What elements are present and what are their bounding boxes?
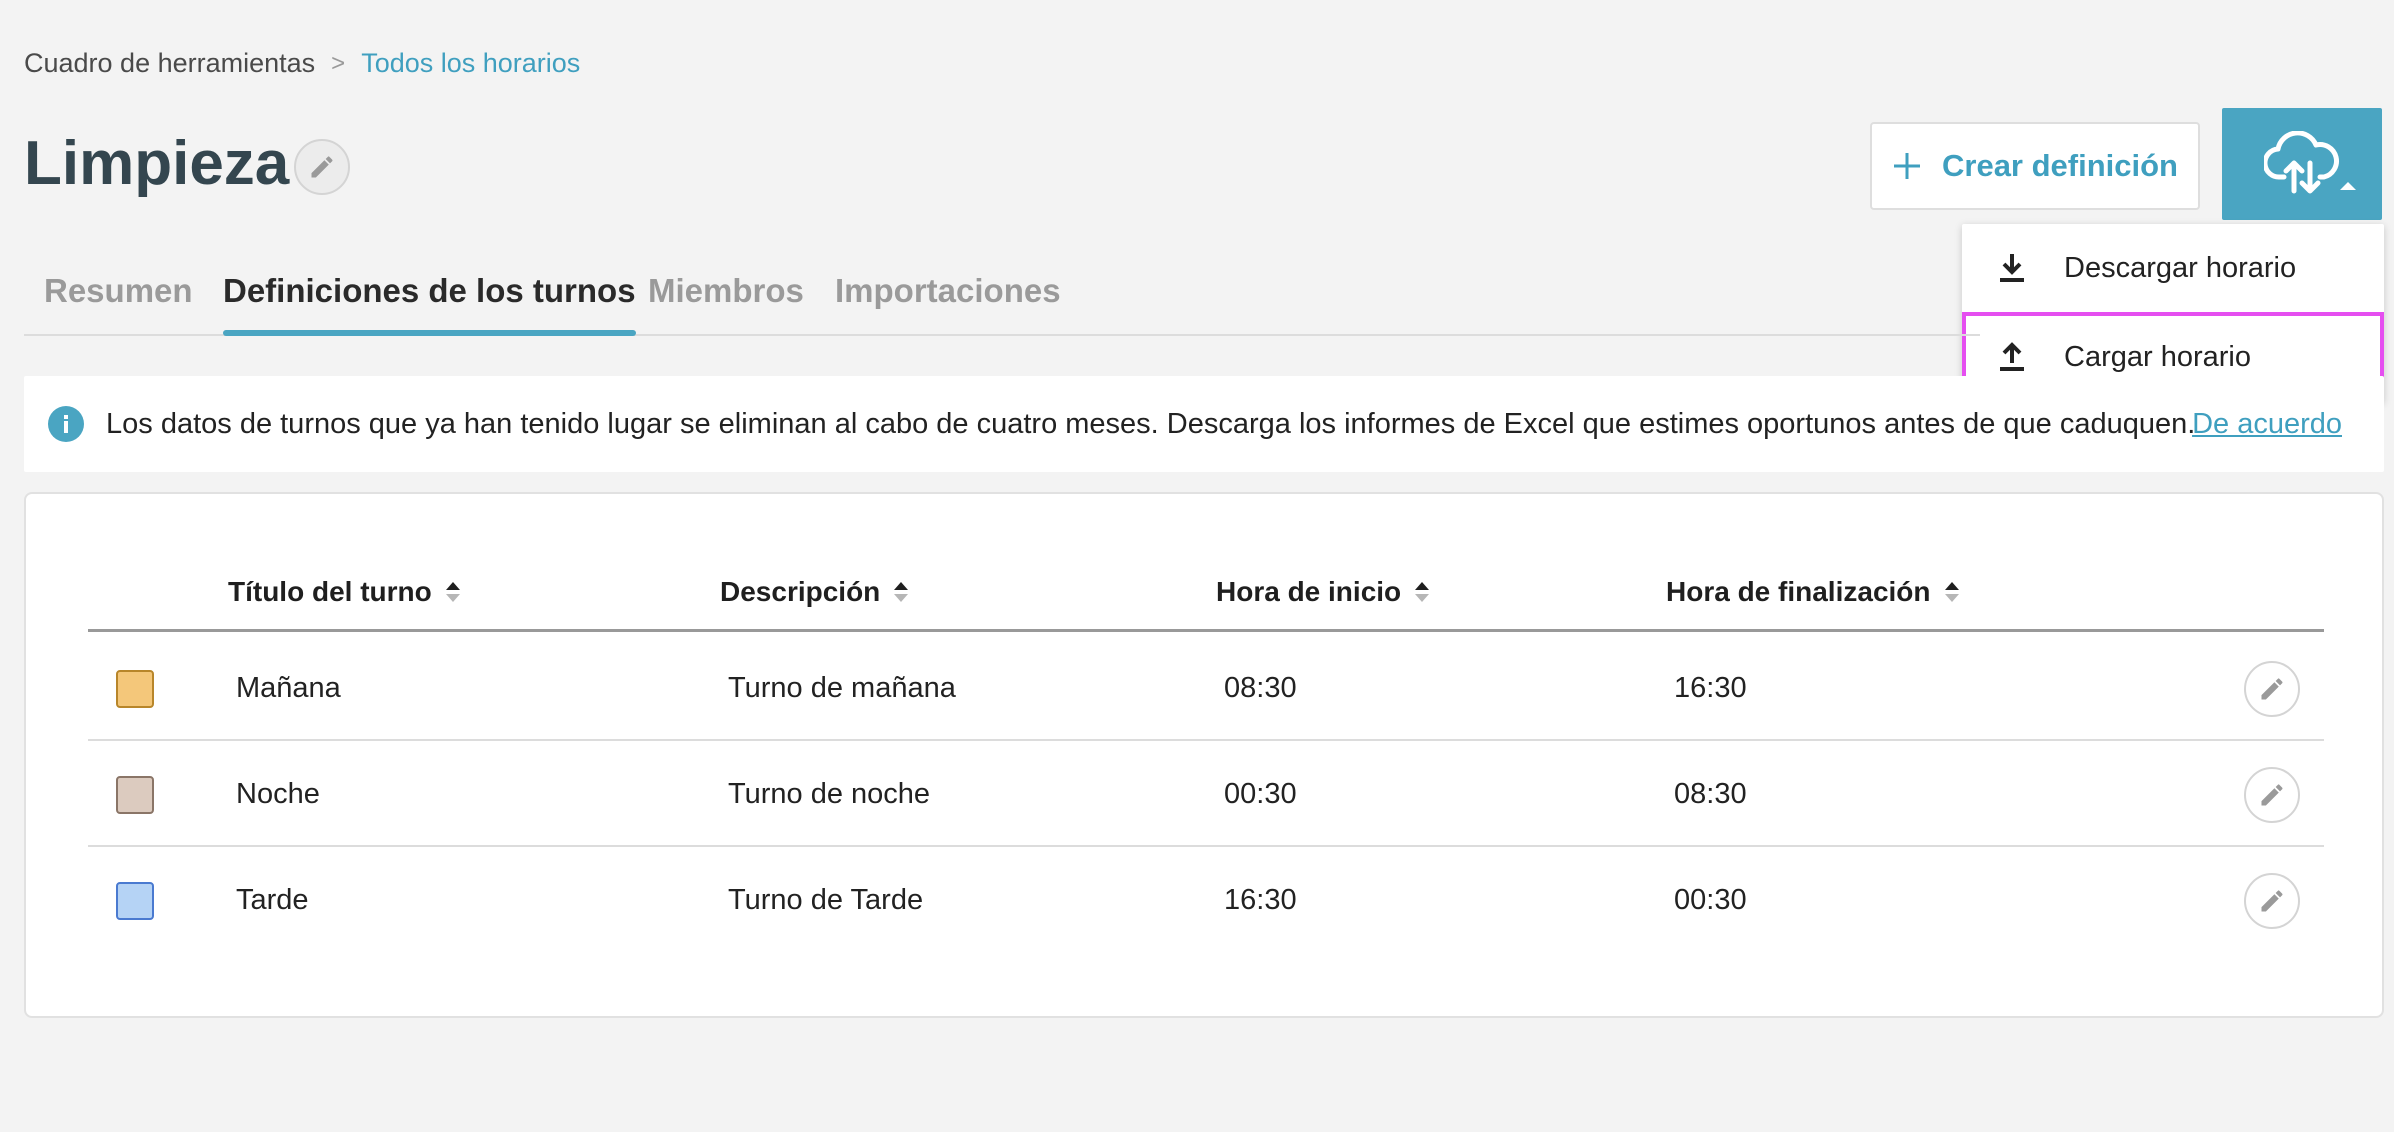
sort-icon (1944, 582, 1959, 602)
breadcrumb-current[interactable]: Todos los horarios (361, 48, 580, 79)
column-header-label: Título del turno (228, 576, 432, 607)
shift-title: Mañana (236, 672, 341, 704)
upload-icon (2000, 342, 2024, 371)
cloud-upload-download-icon (2264, 131, 2339, 194)
table-row[interactable]: Tarde Turno de Tarde 16:30 00:30 (88, 847, 2324, 953)
edit-shift-button[interactable] (2244, 767, 2300, 823)
shift-definitions-table: Título del turno Descripción Hora de ini… (24, 492, 2384, 1018)
info-icon (48, 406, 84, 442)
column-header-end-time[interactable]: Hora de finalización (1666, 576, 1959, 608)
shift-color-swatch (116, 670, 154, 708)
shift-end-time: 00:30 (1674, 884, 1747, 916)
plus-icon (1894, 153, 1920, 179)
shift-description: Turno de Tarde (728, 884, 924, 916)
retention-notice: Los datos de turnos que ya han tenido lu… (24, 376, 2384, 472)
tab-resumen[interactable]: Resumen (44, 272, 193, 334)
menu-item-label: Descargar horario (2064, 251, 2297, 284)
menu-item-label: Cargar horario (2064, 340, 2251, 373)
pencil-icon (2261, 678, 2283, 700)
sort-icon (1415, 582, 1430, 602)
notice-text: Los datos de turnos que ya han tenido lu… (106, 407, 2196, 440)
edit-title-button[interactable] (294, 139, 350, 195)
column-header-title[interactable]: Título del turno (228, 576, 460, 608)
page-title: Limpieza (24, 129, 290, 198)
caret-up-icon (2340, 182, 2356, 190)
table-header: Título del turno Descripción Hora de ini… (88, 554, 2324, 632)
shift-start-time: 00:30 (1224, 778, 1297, 810)
table-row[interactable]: Noche Turno de noche 00:30 08:30 (88, 741, 2324, 847)
edit-shift-button[interactable] (2244, 873, 2300, 929)
shift-start-time: 16:30 (1224, 884, 1297, 916)
shift-description: Turno de noche (728, 778, 931, 810)
page: Cuadro de herramientas > Todos los horar… (0, 0, 2394, 1132)
tab-bar: Resumen Definiciones de los turnos Miemb… (24, 272, 1980, 336)
column-header-description[interactable]: Descripción (720, 576, 909, 608)
column-header-start-time[interactable]: Hora de inicio (1216, 576, 1430, 608)
pencil-icon (2261, 784, 2283, 806)
column-header-label: Hora de finalización (1666, 576, 1931, 607)
shift-title: Noche (236, 778, 320, 810)
tab-miembros[interactable]: Miembros (648, 272, 804, 334)
create-definition-label: Crear definición (1942, 148, 2178, 183)
shift-end-time: 08:30 (1674, 778, 1747, 810)
table-row[interactable]: Mañana Turno de mañana 08:30 16:30 (88, 635, 2324, 741)
breadcrumb: Cuadro de herramientas > Todos los horar… (24, 48, 580, 79)
shift-end-time: 16:30 (1674, 672, 1747, 704)
breadcrumb-root[interactable]: Cuadro de herramientas (24, 48, 315, 79)
sort-icon (445, 582, 460, 602)
acknowledge-link[interactable]: De acuerdo (2192, 408, 2342, 441)
column-header-label: Hora de inicio (1216, 576, 1402, 607)
tab-importaciones[interactable]: Importaciones (835, 272, 1061, 334)
shift-description: Turno de mañana (728, 672, 956, 704)
menu-item-download-schedule[interactable]: Descargar horario (1962, 224, 2384, 312)
edit-shift-button[interactable] (2244, 661, 2300, 717)
pencil-icon (311, 156, 333, 178)
tab-definiciones[interactable]: Definiciones de los turnos (223, 272, 636, 336)
create-definition-button[interactable]: Crear definición (1870, 122, 2200, 210)
breadcrumb-separator: > (331, 49, 346, 77)
cloud-sync-button[interactable] (2222, 108, 2382, 220)
pencil-icon (2261, 890, 2283, 912)
shift-start-time: 08:30 (1224, 672, 1297, 704)
shift-color-swatch (116, 882, 154, 920)
shift-color-swatch (116, 776, 154, 814)
column-header-label: Descripción (720, 576, 881, 607)
download-icon (2000, 254, 2024, 282)
shift-title: Tarde (236, 884, 309, 916)
sort-icon (894, 582, 909, 602)
